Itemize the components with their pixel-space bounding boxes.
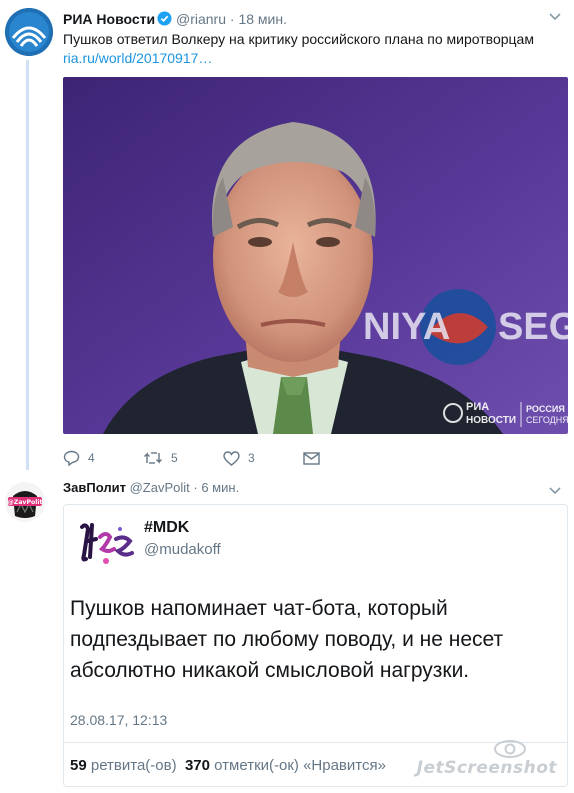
author-name[interactable]: ЗавПолит [63, 480, 126, 495]
retweet-label[interactable]: ретвита(-ов) [91, 757, 177, 774]
retweet-count: 5 [171, 451, 178, 465]
tweet-header: РИА Новости @rianru · 18 мин. [63, 10, 287, 30]
retweet-action[interactable]: 5 [143, 451, 223, 465]
reply-count: 4 [88, 451, 95, 465]
reply-action[interactable]: 4 [63, 450, 143, 466]
photo-watermark-rossiya: РОССИЯ [526, 404, 565, 414]
chevron-down-icon[interactable] [548, 486, 562, 496]
embedded-tweet-card[interactable]: #MDK @mudakoff Пушков напоминает чат-бот… [63, 504, 568, 787]
watermark-eye-icon [494, 740, 526, 758]
quoted-tweet-text: Пушков напоминает чат-бота, который подп… [70, 597, 504, 682]
tweet-time[interactable]: 6 мин. [201, 480, 239, 495]
verified-badge-icon [157, 11, 172, 30]
like-action[interactable]: 3 [223, 450, 303, 466]
tweet-header: ЗавПолит @ZavPolit · 6 мин. [63, 480, 239, 496]
zavpolit-avatar[interactable]: @ZavPolit [5, 482, 45, 522]
mdk-avatar[interactable] [76, 515, 136, 575]
tweet-link[interactable]: ria.ru/world/20170917… [63, 49, 212, 67]
envelope-icon [303, 451, 320, 465]
zavpolit-avatar-label: @ZavPolit [8, 498, 43, 506]
direct-message-action[interactable] [303, 451, 328, 465]
photo-watermark-segodnya: СЕГОДНЯ [526, 415, 568, 425]
retweet-icon [144, 452, 162, 464]
backdrop-text-right: SEG [498, 306, 568, 348]
tweet-zavpolit[interactable]: @ZavPolit ЗавПолит @ZavPolit · 6 мин. #M… [0, 470, 574, 793]
tweet-time[interactable]: 18 мин. [238, 11, 287, 27]
tweet-photo[interactable]: NIYA SEG РИА НОВОСТИ РОССИЯ СЕГОДНЯ [63, 77, 568, 434]
tweet-ria[interactable]: РИА Новости @rianru · 18 мин. Пушков отв… [0, 0, 574, 470]
ria-avatar[interactable] [5, 8, 53, 56]
heart-icon [223, 450, 240, 466]
backdrop-text-left: NIYA [363, 306, 450, 348]
screenshot-watermark: JetScreenshot [416, 758, 557, 778]
quoted-tweet-stats: 59 ретвита(-ов) 370 отметки(-ок) «Нравит… [70, 757, 386, 774]
quoted-tweet-date[interactable]: 28.08.17, 12:13 [70, 712, 167, 728]
author-name[interactable]: РИА Новости [63, 11, 155, 27]
separator-dot: · [193, 480, 198, 495]
photo-watermark-ria: РИА [466, 401, 489, 413]
separator-dot: · [229, 11, 235, 27]
like-label[interactable]: отметки(-ок) «Нравится» [214, 757, 386, 774]
like-count[interactable]: 370 [185, 757, 210, 774]
like-count: 3 [248, 451, 255, 465]
chevron-down-icon[interactable] [548, 12, 562, 22]
quoted-author-name[interactable]: #MDK [144, 519, 189, 537]
retweet-count[interactable]: 59 [70, 757, 87, 774]
author-handle[interactable]: @ZavPolit [130, 480, 190, 495]
reply-icon [63, 450, 80, 466]
tweet-text: Пушков ответил Волкеру на критику россий… [63, 31, 534, 47]
thread-connector [26, 60, 29, 470]
quoted-author-handle[interactable]: @mudakoff [144, 541, 221, 558]
author-handle[interactable]: @rianru [176, 11, 226, 27]
tweet-actions: 4 5 3 [63, 448, 328, 468]
photo-watermark-novosti: НОВОСТИ [466, 415, 516, 426]
